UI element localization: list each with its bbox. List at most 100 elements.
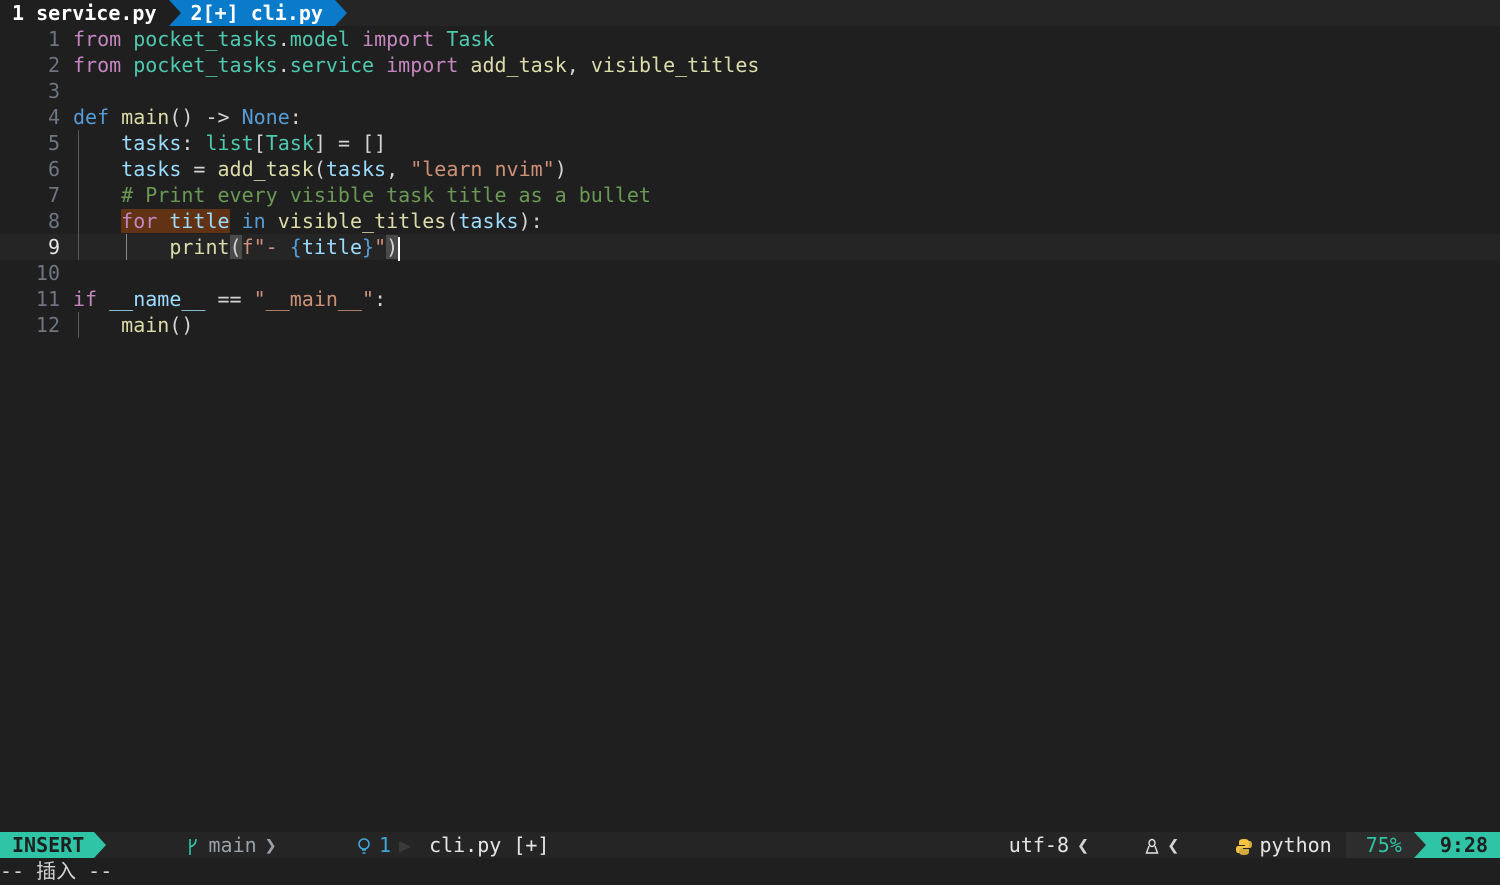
line-number: 9: [47, 235, 60, 259]
code-line[interactable]: 4 def main() -> None:: [0, 104, 1500, 130]
code-line[interactable]: 5 tasks: list[Task] = []: [0, 130, 1500, 156]
line-number: 11: [35, 287, 60, 311]
code-token: def: [73, 105, 110, 129]
code-token: add_task: [470, 53, 567, 77]
indent-guide: [78, 156, 79, 182]
code-token: ,: [566, 53, 591, 77]
code-line[interactable]: 8 for title in visible_titles(tasks):: [0, 208, 1500, 234]
statusline: INSERT main ❯ 1 ▶ cli.py [+] utf-8 ❮ ❮ p…: [0, 832, 1500, 858]
cursor-position: 9:28: [1413, 832, 1500, 858]
code-text: # Print every visible task title as a bu…: [73, 182, 651, 208]
code-line[interactable]: 1 from pocket_tasks.model import Task: [0, 26, 1500, 52]
code-token: tasks: [458, 209, 519, 233]
code-token: for: [121, 209, 158, 233]
code-token: :: [181, 131, 206, 155]
separator-chevron-icon: ▶: [399, 833, 412, 857]
diagnostic-count[interactable]: 1: [371, 833, 391, 857]
code-token: ,: [386, 157, 411, 181]
code-token: tasks: [325, 157, 387, 181]
code-text: print(f"- {title}"): [73, 234, 401, 261]
indent-guide: [78, 234, 79, 260]
code-token: (): [169, 313, 194, 337]
code-text: main(): [73, 312, 193, 338]
status-filename: cli.py [+]: [429, 833, 550, 857]
encoding: utf-8: [1008, 833, 1070, 857]
editor-buffer[interactable]: 1 from pocket_tasks.model import Task 2 fro…: [0, 26, 1500, 338]
filetype[interactable]: python: [1259, 833, 1345, 857]
tab-label: 1 service.py: [12, 1, 157, 25]
code-line[interactable]: 10: [0, 260, 1500, 286]
code-token: __name__: [109, 287, 206, 311]
code-token: if: [73, 287, 98, 311]
code-line[interactable]: 2 from pocket_tasks.service import add_ta…: [0, 52, 1500, 78]
code-token: pocket_tasks: [133, 27, 278, 51]
code-token: title: [301, 235, 363, 259]
code-token: None: [241, 105, 290, 129]
code-token: (: [446, 209, 459, 233]
code-token: ): [386, 235, 399, 259]
code-token: Task: [265, 131, 314, 155]
code-token: title: [169, 209, 230, 233]
text-cursor: [398, 236, 401, 261]
git-branch-name[interactable]: main: [199, 833, 257, 857]
code-token: "__main__": [253, 287, 375, 311]
code-line[interactable]: 6 tasks = add_task(tasks, "learn nvim"): [0, 156, 1500, 182]
line-number: 12: [35, 313, 60, 337]
code-text: for title in visible_titles(tasks):: [73, 208, 543, 234]
code-token: () ->: [169, 105, 242, 129]
code-token: [157, 209, 170, 233]
line-number: 2: [47, 53, 60, 77]
code-token: f"-: [241, 235, 290, 259]
code-text: if __name__ == "__main__":: [73, 286, 386, 312]
code-token: list: [205, 131, 254, 155]
line-number: 10: [35, 261, 60, 285]
code-token: model: [289, 27, 350, 51]
code-token: service: [289, 53, 375, 77]
code-token: .: [277, 27, 290, 51]
line-number: 5: [47, 131, 60, 155]
code-token: [: [253, 131, 266, 155]
tab-cli-py[interactable]: 2[+] cli.py: [168, 0, 348, 26]
code-token: ] = []: [313, 131, 387, 155]
line-number: 3: [47, 79, 60, 103]
indent-guide: [78, 130, 79, 156]
code-line[interactable]: 9 print(f"- {title}"): [0, 234, 1500, 261]
code-token: # Print every visible task title as a bu…: [121, 183, 651, 207]
code-token: pocket_tasks: [133, 53, 278, 77]
command-line[interactable]: -- 插入 --: [0, 858, 1500, 885]
progress-percent: 75%: [1345, 832, 1414, 858]
code-token: visible_titles: [277, 209, 447, 233]
code-token: ==: [205, 287, 254, 311]
line-number: 7: [47, 183, 60, 207]
code-token: (: [313, 157, 326, 181]
code-token: import: [386, 53, 459, 77]
code-token: main: [121, 105, 170, 129]
code-line[interactable]: 11 if __name__ == "__main__":: [0, 286, 1500, 312]
code-token: ": [374, 235, 387, 259]
code-token: =: [181, 157, 218, 181]
code-token: .: [277, 53, 290, 77]
separator-chevron-left-icon: ❮: [1167, 833, 1180, 857]
code-token: ):: [518, 209, 543, 233]
code-line[interactable]: 3: [0, 78, 1500, 104]
tab-service-py[interactable]: 1 service.py: [0, 0, 169, 26]
code-line[interactable]: 7 # Print every visible task title as a …: [0, 182, 1500, 208]
code-token: main: [121, 313, 170, 337]
code-token: visible_titles: [590, 53, 760, 77]
separator-chevron-left-icon: ❮: [1077, 833, 1090, 857]
line-number: 1: [47, 27, 60, 51]
line-number: 4: [47, 105, 60, 129]
code-token: (: [229, 235, 242, 259]
code-text: tasks = add_task(tasks, "learn nvim"): [73, 156, 567, 182]
code-line[interactable]: 12 main(): [0, 312, 1500, 338]
